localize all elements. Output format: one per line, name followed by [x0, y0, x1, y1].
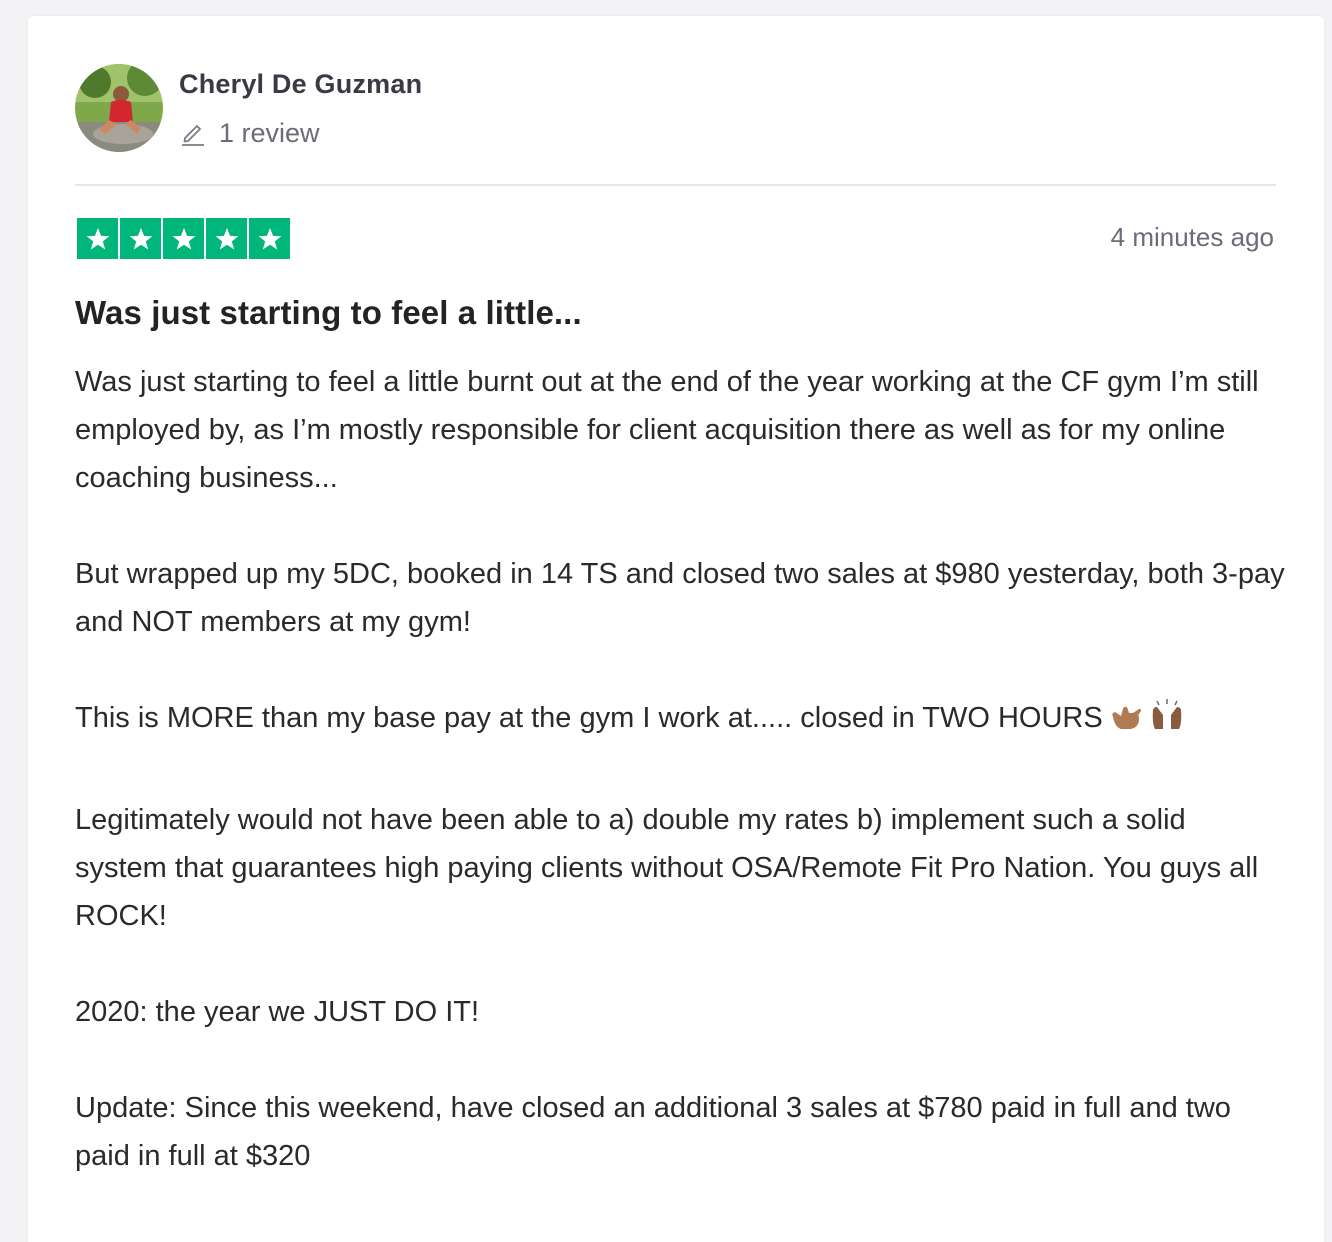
- review-count-label: 1 review: [219, 117, 320, 148]
- review-card: Cheryl De Guzman 1 review 4 minutes ago …: [28, 16, 1324, 1242]
- star-rating: [77, 218, 290, 259]
- review-body: Was just starting to feel a little burnt…: [75, 358, 1285, 1180]
- review-paragraph: Legitimately would not have been able to…: [75, 804, 1259, 932]
- review-paragraph: 2020: the year we JUST DO IT!: [75, 996, 480, 1028]
- review-paragraph: Was just starting to feel a little burnt…: [75, 366, 1259, 494]
- avatar[interactable]: [75, 64, 163, 152]
- call-me-hand-emoji: [1109, 700, 1143, 748]
- review-header: Cheryl De Guzman 1 review: [75, 64, 1275, 184]
- header-divider: [75, 184, 1276, 186]
- review-paragraph: This is MORE than my base pay at the gym…: [75, 694, 1285, 748]
- star-icon: [77, 218, 118, 259]
- star-icon: [120, 218, 161, 259]
- review-timestamp: 4 minutes ago: [1110, 222, 1274, 252]
- star-icon: [206, 218, 247, 259]
- review-title[interactable]: Was just starting to feel a little...: [75, 294, 582, 332]
- review-paragraph-text: This is MORE than my base pay at the gym…: [75, 702, 1103, 734]
- review-paragraph: But wrapped up my 5DC, booked in 14 TS a…: [75, 558, 1285, 638]
- author-review-count[interactable]: 1 review: [179, 116, 320, 150]
- review-paragraph: Update: Since this weekend, have closed …: [75, 1092, 1231, 1172]
- author-name[interactable]: Cheryl De Guzman: [179, 69, 422, 100]
- avatar-image: [75, 64, 163, 152]
- raising-hands-emoji: [1149, 699, 1185, 748]
- star-icon: [163, 218, 204, 259]
- star-icon: [249, 218, 290, 259]
- pencil-icon: [182, 125, 204, 146]
